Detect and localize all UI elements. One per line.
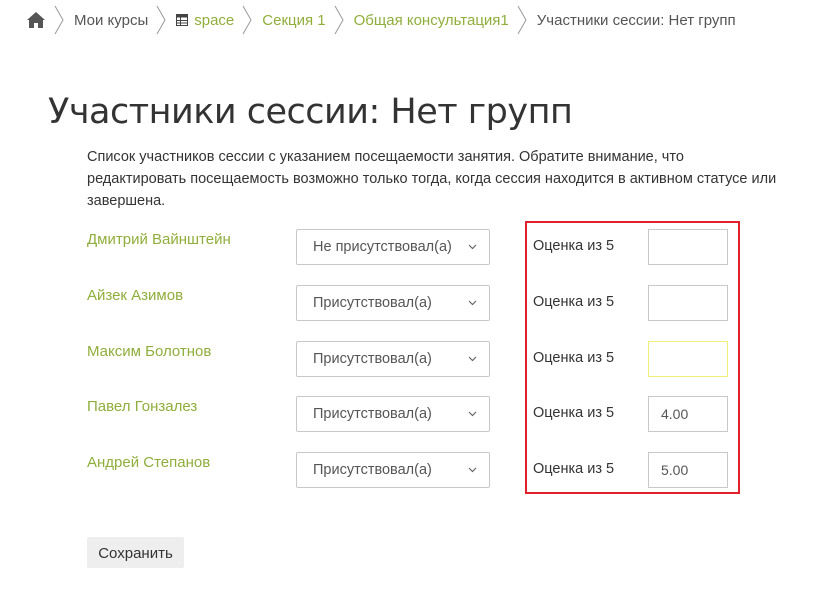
breadcrumb: Мои курсы space Секция 1 Общая консульта… <box>26 4 736 36</box>
attendance-value: Присутствовал(а) <box>313 295 432 311</box>
breadcrumb-separator-icon <box>517 5 527 35</box>
attendance-value: Не присутствовал(а) <box>313 239 452 255</box>
attendance-select[interactable]: Присутствовал(а) <box>296 285 490 321</box>
participant-name[interactable]: Павел Гонзалез <box>87 398 197 415</box>
intro-text: Список участников сессии с указанием пос… <box>87 146 815 212</box>
attendance-value: Присутствовал(а) <box>313 462 432 478</box>
breadcrumb-home[interactable] <box>26 11 46 29</box>
breadcrumb-activity[interactable]: Общая консультация1 <box>354 12 509 29</box>
attendance-value: Присутствовал(а) <box>313 351 432 367</box>
chevron-down-icon <box>468 356 477 362</box>
breadcrumb-my-courses[interactable]: Мои курсы <box>74 12 148 29</box>
participant-name[interactable]: Дмитрий Вайнштейн <box>87 231 231 248</box>
chevron-down-icon <box>468 244 477 250</box>
attendance-select[interactable]: Присутствовал(а) <box>296 396 490 432</box>
home-icon[interactable] <box>26 11 46 29</box>
table-icon <box>176 14 189 26</box>
save-button[interactable]: Сохранить <box>87 537 184 568</box>
participant-name[interactable]: Максим Болотнов <box>87 343 211 360</box>
participant-name[interactable]: Айзек Азимов <box>87 287 183 304</box>
breadcrumb-course-space[interactable]: space <box>176 12 234 29</box>
attendance-select[interactable]: Присутствовал(а) <box>296 341 490 377</box>
grade-highlight-annotation <box>525 221 740 494</box>
breadcrumb-section[interactable]: Секция 1 <box>262 12 325 29</box>
breadcrumb-separator-icon <box>156 5 166 35</box>
attendance-select[interactable]: Присутствовал(а) <box>296 452 490 488</box>
intro-line: завершена. <box>87 193 166 209</box>
chevron-down-icon <box>468 300 477 306</box>
intro-line: редактировать посещаемость возможно толь… <box>87 171 777 187</box>
participant-name[interactable]: Андрей Степанов <box>87 454 210 471</box>
chevron-down-icon <box>468 411 477 417</box>
attendance-select[interactable]: Не присутствовал(а) <box>296 229 490 265</box>
chevron-down-icon <box>468 467 477 473</box>
attendance-value: Присутствовал(а) <box>313 406 432 422</box>
intro-line: Список участников сессии с указанием пос… <box>87 149 684 165</box>
breadcrumb-separator-icon <box>242 5 252 35</box>
breadcrumb-separator-icon <box>54 5 64 35</box>
breadcrumb-space-label[interactable]: space <box>194 12 234 29</box>
breadcrumb-separator-icon <box>334 5 344 35</box>
page-title: Участники сессии: Нет групп <box>48 92 573 132</box>
breadcrumb-current: Участники сессии: Нет групп <box>536 11 736 29</box>
